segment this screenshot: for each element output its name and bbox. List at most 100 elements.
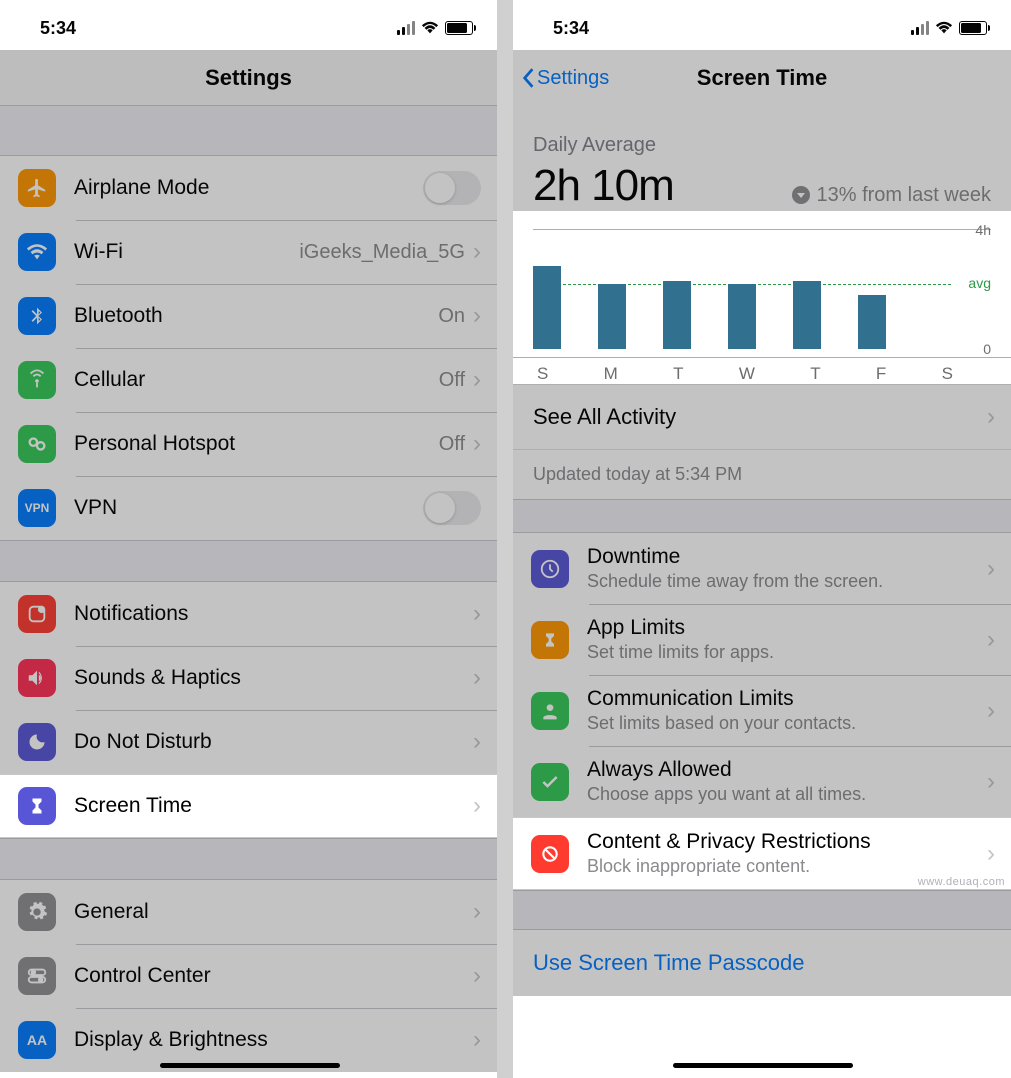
moon-icon bbox=[18, 723, 56, 761]
cell-label: Screen Time bbox=[74, 794, 473, 818]
use-passcode-link[interactable]: Use Screen Time Passcode bbox=[513, 930, 1011, 996]
cell-label: Control Center bbox=[74, 964, 473, 988]
day-label: F bbox=[876, 364, 886, 384]
row-control-center[interactable]: Control Center › bbox=[0, 944, 497, 1008]
day-label: S bbox=[537, 364, 548, 384]
back-button[interactable]: Settings bbox=[521, 67, 609, 90]
cellular-signal-icon bbox=[397, 21, 415, 35]
wifi-icon bbox=[421, 21, 439, 35]
cell-label: Do Not Disturb bbox=[74, 730, 473, 754]
row-communication-limits[interactable]: Communication Limits Set limits based on… bbox=[513, 675, 1011, 746]
row-vpn[interactable]: VPN VPN bbox=[0, 476, 497, 540]
antenna-icon bbox=[18, 361, 56, 399]
chevron-right-icon: › bbox=[473, 366, 481, 394]
daily-average-label: Daily Average bbox=[533, 134, 991, 157]
row-airplane-mode[interactable]: Airplane Mode bbox=[0, 156, 497, 220]
chevron-right-icon: › bbox=[473, 302, 481, 330]
screen-time-screen: 5:34 Settings Screen Time Daily Average … bbox=[513, 0, 1011, 1078]
battery-icon bbox=[445, 21, 473, 35]
feature-subtitle: Schedule time away from the screen. bbox=[587, 571, 987, 592]
chart-bar bbox=[728, 284, 756, 349]
row-general[interactable]: General › bbox=[0, 880, 497, 944]
chevron-right-icon: › bbox=[987, 840, 995, 868]
trend-indicator: 13% from last week bbox=[792, 184, 991, 207]
row-wifi[interactable]: Wi-Fi iGeeks_Media_5G › bbox=[0, 220, 497, 284]
chart-bar bbox=[533, 266, 561, 349]
status-icons bbox=[397, 21, 473, 35]
cell-value: Off bbox=[439, 433, 465, 456]
row-notifications[interactable]: Notifications › bbox=[0, 582, 497, 646]
hourglass-icon bbox=[18, 787, 56, 825]
day-label: W bbox=[739, 364, 755, 384]
airplane-icon bbox=[18, 169, 56, 207]
chevron-right-icon: › bbox=[473, 898, 481, 926]
row-screen-time[interactable]: Screen Time › bbox=[0, 774, 497, 838]
chevron-right-icon: › bbox=[473, 792, 481, 820]
row-downtime[interactable]: Downtime Schedule time away from the scr… bbox=[513, 533, 1011, 604]
row-bluetooth[interactable]: Bluetooth On › bbox=[0, 284, 497, 348]
settings-screen: 5:34 Settings Airplane Mode bbox=[0, 0, 497, 1078]
notifications-icon bbox=[18, 595, 56, 633]
person-icon bbox=[531, 692, 569, 730]
axis-label-top: 4h bbox=[975, 222, 991, 238]
cell-value: iGeeks_Media_5G bbox=[299, 241, 465, 264]
text-size-icon: AA bbox=[18, 1021, 56, 1059]
no-entry-icon bbox=[531, 835, 569, 873]
page-title: Screen Time bbox=[697, 65, 827, 91]
cell-label: General bbox=[74, 900, 473, 924]
cellular-signal-icon bbox=[911, 21, 929, 35]
chevron-right-icon: › bbox=[473, 1026, 481, 1054]
cell-label: Display & Brightness bbox=[74, 1028, 473, 1052]
chevron-right-icon: › bbox=[987, 768, 995, 796]
switches-icon bbox=[18, 957, 56, 995]
feature-title: Content & Privacy Restrictions bbox=[587, 830, 987, 854]
day-label: T bbox=[673, 364, 683, 384]
wifi-app-icon bbox=[18, 233, 56, 271]
day-label: S bbox=[942, 364, 953, 384]
back-label: Settings bbox=[537, 67, 609, 90]
cell-label: Airplane Mode bbox=[74, 176, 423, 200]
feature-subtitle: Choose apps you want at all times. bbox=[587, 784, 987, 805]
hourglass-icon bbox=[531, 621, 569, 659]
axis-label-zero: 0 bbox=[983, 341, 991, 357]
cell-value: Off bbox=[439, 369, 465, 392]
airplane-toggle[interactable] bbox=[423, 171, 481, 205]
cell-value: On bbox=[438, 305, 465, 328]
wifi-icon bbox=[935, 21, 953, 35]
see-all-activity[interactable]: See All Activity › bbox=[513, 384, 1011, 449]
hotspot-icon bbox=[18, 425, 56, 463]
status-bar: 5:34 bbox=[0, 0, 497, 50]
cell-label: VPN bbox=[74, 496, 423, 520]
feature-subtitle: Set time limits for apps. bbox=[587, 642, 987, 663]
row-dnd[interactable]: Do Not Disturb › bbox=[0, 710, 497, 774]
feature-subtitle: Block inappropriate content. bbox=[587, 856, 987, 877]
home-indicator bbox=[160, 1063, 340, 1068]
row-cellular[interactable]: Cellular Off › bbox=[0, 348, 497, 412]
row-app-limits[interactable]: App Limits Set time limits for apps. › bbox=[513, 604, 1011, 675]
row-sounds[interactable]: Sounds & Haptics › bbox=[0, 646, 497, 710]
daily-average-value: 2h 10m bbox=[533, 161, 674, 211]
navbar: Settings bbox=[0, 50, 497, 106]
watermark: www.deuaq.com bbox=[918, 876, 1005, 888]
battery-icon bbox=[959, 21, 987, 35]
status-time: 5:34 bbox=[553, 18, 589, 39]
chevron-right-icon: › bbox=[987, 697, 995, 725]
chevron-right-icon: › bbox=[473, 728, 481, 756]
cell-label: Personal Hotspot bbox=[74, 432, 439, 456]
home-indicator bbox=[673, 1063, 853, 1068]
row-always-allowed[interactable]: Always Allowed Choose apps you want at a… bbox=[513, 746, 1011, 817]
trend-text: 13% from last week bbox=[816, 184, 991, 207]
updated-text: Updated today at 5:34 PM bbox=[513, 449, 1011, 499]
row-hotspot[interactable]: Personal Hotspot Off › bbox=[0, 412, 497, 476]
chevron-right-icon: › bbox=[473, 664, 481, 692]
chevron-right-icon: › bbox=[987, 555, 995, 583]
checkmark-icon bbox=[531, 763, 569, 801]
chevron-right-icon: › bbox=[987, 403, 995, 431]
downtime-icon bbox=[531, 550, 569, 588]
vpn-icon: VPN bbox=[18, 489, 56, 527]
cell-label: Wi-Fi bbox=[74, 240, 299, 264]
chevron-right-icon: › bbox=[987, 626, 995, 654]
usage-chart: 4h avg 0 bbox=[533, 229, 991, 349]
vpn-toggle[interactable] bbox=[423, 491, 481, 525]
navbar: Settings Screen Time bbox=[513, 50, 1011, 106]
